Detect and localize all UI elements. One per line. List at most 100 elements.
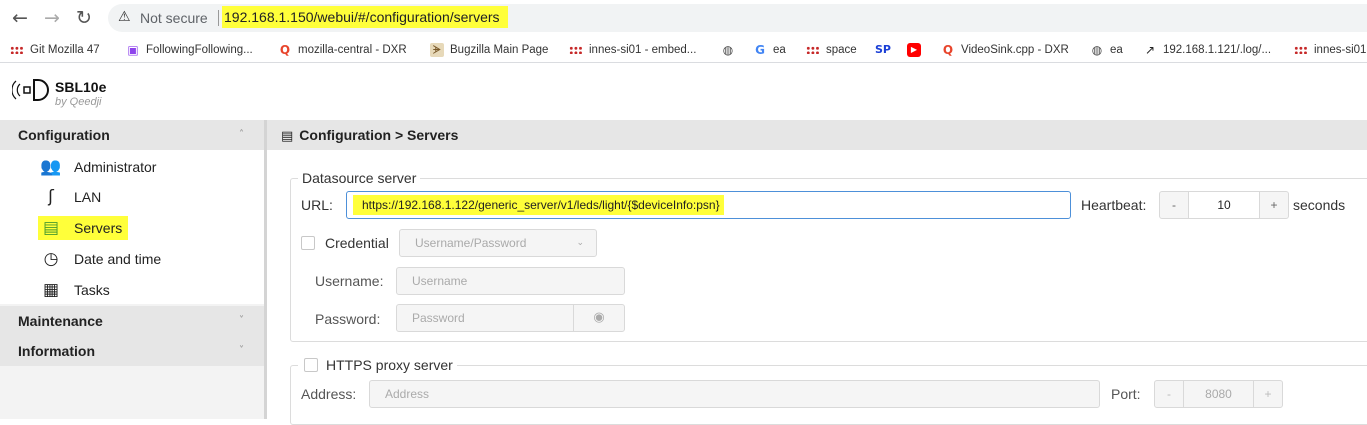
forward-arrow-icon[interactable]: → bbox=[40, 6, 64, 30]
menu-maintenance-label: Maintenance bbox=[18, 313, 103, 329]
clock-icon: ◷ bbox=[43, 249, 59, 269]
bookmark-1[interactable]: ▣ FollowingFollowing... bbox=[126, 41, 253, 59]
credential-select[interactable]: Username/Password ⌄ bbox=[399, 229, 597, 257]
heartbeat-label: Heartbeat: bbox=[1081, 197, 1147, 213]
address-label: Address: bbox=[301, 386, 357, 402]
address-field[interactable]: Address bbox=[369, 380, 1100, 408]
dots-icon bbox=[1294, 46, 1308, 54]
bookmark-5[interactable]: ◍ bbox=[721, 41, 741, 59]
twitch-icon: ▣ bbox=[127, 43, 139, 57]
app-name: SBL10e bbox=[55, 79, 107, 95]
arrow-icon: ↗ bbox=[1144, 43, 1156, 57]
bookmark-9[interactable]: ▶ bbox=[907, 41, 927, 59]
sidebar-item-lan[interactable]: ʃ LAN bbox=[40, 185, 101, 209]
bookmark-label: Git Mozilla 47 bbox=[30, 44, 100, 56]
heartbeat-increment-button[interactable]: + bbox=[1260, 192, 1288, 218]
menu-configuration[interactable]: Configuration ˄ bbox=[0, 120, 264, 150]
password-label: Password: bbox=[315, 311, 381, 327]
url-field-value: https://192.168.1.122/generic_server/v1/… bbox=[353, 195, 724, 215]
password-placeholder: Password bbox=[412, 311, 465, 325]
port-label: Port: bbox=[1111, 386, 1141, 402]
dots-icon bbox=[569, 46, 583, 54]
address-bar[interactable]: ⚠ Not secure 192.168.1.150/webui/#/confi… bbox=[108, 4, 1367, 32]
bugzilla-icon: ᗘ bbox=[430, 43, 444, 57]
heartbeat-unit: seconds bbox=[1293, 197, 1346, 213]
page-title-text: Configuration > Servers bbox=[299, 127, 459, 143]
bookmark-11[interactable]: ◍ ea bbox=[1090, 41, 1123, 59]
youtube-icon: ▶ bbox=[907, 43, 921, 57]
password-field[interactable]: Password bbox=[396, 304, 574, 332]
lan-icon: ʃ bbox=[48, 187, 54, 207]
sidebar-item-label: LAN bbox=[74, 189, 102, 205]
menu-configuration-label: Configuration bbox=[18, 127, 110, 143]
bookmark-13[interactable]: innes-si01 bbox=[1294, 41, 1366, 59]
not-secure-label[interactable]: Not secure bbox=[140, 10, 208, 26]
bookmark-label: FollowingFollowing... bbox=[146, 44, 253, 56]
proxy-checkbox[interactable] bbox=[304, 358, 318, 372]
bookmark-label: space bbox=[826, 44, 857, 56]
url-field[interactable]: https://192.168.1.122/generic_server/v1/… bbox=[346, 191, 1071, 219]
sidebar-item-administrator[interactable]: 👥 Administrator bbox=[40, 155, 156, 179]
dxr-icon: Q bbox=[279, 43, 291, 57]
dxr-icon: Q bbox=[942, 43, 954, 57]
page-title: ▤ Configuration > Servers bbox=[267, 120, 1367, 150]
credential-checkbox[interactable] bbox=[301, 236, 315, 250]
dots-icon bbox=[10, 46, 24, 54]
bookmark-label: 192.168.1.121/.log/... bbox=[1163, 44, 1272, 56]
address-placeholder: Address bbox=[385, 387, 430, 401]
google-icon: G bbox=[755, 43, 765, 57]
bookmark-2[interactable]: Qmozilla-central - DXR bbox=[278, 41, 407, 59]
chevron-down-icon: ⌄ bbox=[576, 238, 584, 248]
port-value[interactable]: 8080 bbox=[1183, 381, 1254, 407]
bookmark-7[interactable]: space bbox=[806, 41, 857, 59]
bookmark-label: VideoSink.cpp - DXR bbox=[961, 44, 1069, 56]
url-text[interactable]: 192.168.1.150/webui/#/configuration/serv… bbox=[222, 6, 508, 28]
heartbeat-decrement-button[interactable]: - bbox=[1160, 192, 1188, 218]
reload-icon[interactable]: ↻ bbox=[72, 6, 96, 30]
calendar-icon: ▦ bbox=[42, 280, 60, 300]
proxy-legend-text[interactable]: HTTPS proxy server bbox=[326, 357, 453, 373]
configuration-submenu: 👥 Administrator ʃ LAN ▤ Servers ◷ Date a… bbox=[0, 150, 264, 304]
omnibox-divider bbox=[218, 10, 219, 26]
heartbeat-stepper[interactable]: - 10 + bbox=[1159, 191, 1289, 219]
bookmark-label: ea bbox=[1110, 44, 1123, 56]
dots-icon bbox=[806, 46, 820, 54]
bookmark-label: mozilla-central - DXR bbox=[298, 44, 407, 56]
credential-label[interactable]: Credential bbox=[325, 235, 389, 251]
server-icon: ▤ bbox=[281, 129, 294, 144]
username-placeholder: Username bbox=[412, 274, 468, 288]
browser-toolbar: ← → ↻ ⚠ Not secure 192.168.1.150/webui/#… bbox=[0, 0, 1367, 36]
chevron-down-icon: ˅ bbox=[239, 315, 244, 326]
sidebar-item-servers[interactable]: ▤ Servers bbox=[38, 216, 129, 240]
username-field[interactable]: Username bbox=[396, 267, 625, 295]
globe-icon: ◍ bbox=[722, 43, 734, 57]
proxy-legend: HTTPS proxy server bbox=[298, 357, 457, 373]
bookmark-3[interactable]: ᗘ Bugzilla Main Page bbox=[430, 41, 548, 59]
sidebar-item-date-time[interactable]: ◷ Date and time bbox=[40, 247, 162, 271]
sidebar-divider[interactable] bbox=[264, 120, 267, 419]
warning-icon[interactable]: ⚠ bbox=[118, 9, 134, 25]
menu-maintenance[interactable]: Maintenance ˅ bbox=[0, 306, 264, 336]
back-arrow-icon[interactable]: ← bbox=[8, 6, 32, 30]
server-icon: ▤ bbox=[42, 218, 60, 238]
bookmark-label: innes-si01 bbox=[1314, 44, 1367, 56]
sidebar-item-tasks[interactable]: ▦ Tasks bbox=[40, 278, 110, 302]
sp-icon: SP bbox=[875, 43, 891, 56]
bookmark-8[interactable]: SP bbox=[875, 41, 895, 59]
sidebar-item-label: Tasks bbox=[74, 282, 110, 298]
bookmark-0[interactable]: Git Mozilla 47 bbox=[10, 41, 100, 59]
bookmark-12[interactable]: ↗ 192.168.1.121/.log/... bbox=[1143, 41, 1271, 59]
bookmark-6[interactable]: Gea bbox=[753, 41, 786, 59]
sidebar: Configuration ˄ 👥 Administrator ʃ LAN ▤ … bbox=[0, 120, 264, 419]
show-password-eye-icon[interactable]: ◉ bbox=[573, 304, 625, 332]
bookmark-label: ea bbox=[773, 44, 786, 56]
url-label: URL: bbox=[301, 197, 333, 213]
menu-information[interactable]: Information ˅ bbox=[0, 336, 264, 366]
port-decrement-button[interactable]: - bbox=[1155, 381, 1183, 407]
port-increment-button[interactable]: + bbox=[1254, 381, 1282, 407]
bookmark-4[interactable]: innes-si01 - embed... bbox=[569, 41, 696, 59]
port-stepper[interactable]: - 8080 + bbox=[1154, 380, 1283, 408]
heartbeat-value[interactable]: 10 bbox=[1188, 192, 1260, 218]
bookmark-10[interactable]: Q VideoSink.cpp - DXR bbox=[941, 41, 1069, 59]
app-header: SBL10e by Qeedji bbox=[0, 64, 1367, 120]
